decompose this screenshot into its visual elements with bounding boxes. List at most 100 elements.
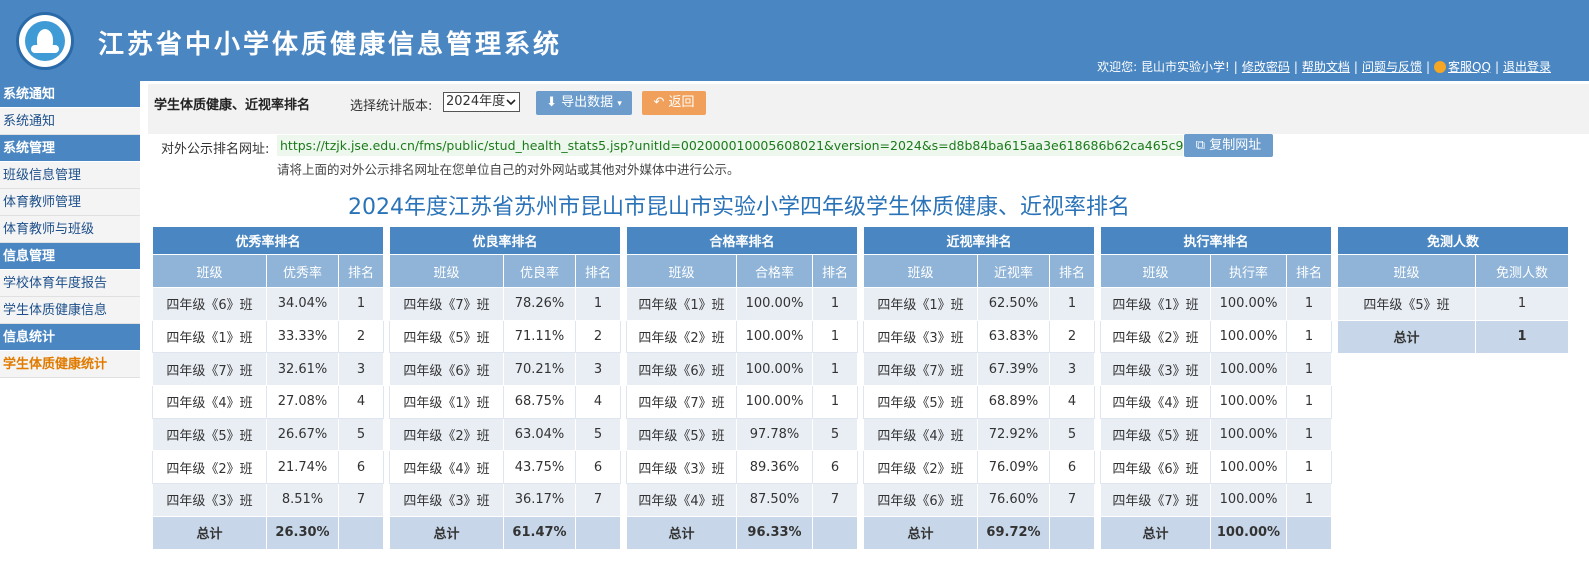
table-cell: 63.04% [503, 417, 576, 452]
table-row: 四年级《7》班 78.26% 1 [389, 287, 621, 321]
qq-icon [1434, 60, 1447, 73]
table-cell: 四年级《4》班 [389, 450, 504, 485]
table-row: 四年级《1》班 100.00% 1 [1100, 287, 1332, 321]
total-row: 总计 69.72% [863, 515, 1095, 550]
download-icon: ⬇ [546, 95, 558, 110]
table-row: 四年级《6》班 34.04% 1 [152, 287, 384, 321]
table-cell: 四年级《3》班 [626, 450, 737, 485]
sidebar-item[interactable]: 体育教师与班级 [0, 216, 140, 243]
table-cell: 100.00% [1210, 319, 1287, 354]
table-cell: 32.61% [266, 352, 339, 387]
table-cell: 四年级《3》班 [863, 319, 978, 354]
table-cell: 四年级《4》班 [1100, 385, 1211, 419]
sidebar-item[interactable]: 学生体质健康统计 [0, 351, 140, 378]
column-header: 班级 [152, 254, 267, 288]
sidebar-item[interactable]: 学生体质健康信息 [0, 297, 140, 324]
table-cell: 100.00% [1210, 450, 1287, 485]
table-cell: 97.78% [736, 417, 813, 452]
table-cell: 四年级《3》班 [1100, 352, 1211, 387]
chevron-down-icon [506, 99, 516, 106]
table-cell: 1 [1286, 483, 1332, 517]
table-cell: 78.26% [503, 287, 576, 321]
sidebar-item[interactable]: 系统通知 [0, 108, 140, 135]
total-cell: 总计 [1100, 515, 1211, 550]
table-cell: 5 [812, 417, 858, 452]
table-cell: 71.11% [503, 319, 576, 354]
copy-url-button[interactable]: ⧉ 复制网址 [1184, 134, 1273, 157]
table-cell: 4 [575, 385, 621, 419]
table-cell: 1 [812, 319, 858, 354]
table-cell: 1 [812, 352, 858, 387]
table-cell: 5 [1049, 417, 1095, 452]
table-caption: 优秀率排名 [152, 226, 384, 255]
table-cell: 1 [1286, 319, 1332, 354]
table-cell: 四年级《4》班 [626, 483, 737, 517]
export-data-button[interactable]: ⬇ 导出数据 ▾ [536, 91, 632, 115]
table-cell: 四年级《7》班 [626, 385, 737, 419]
app-header: 江苏省中小学体质健康信息管理系统 欢迎您: 昆山市实验小学! | 修改密码 | … [0, 0, 1589, 81]
table-cell: 1 [1286, 385, 1332, 419]
table-cell: 四年级《1》班 [152, 319, 267, 354]
table-cell: 四年级《3》班 [389, 483, 504, 517]
table-cell: 1 [1049, 287, 1095, 321]
support-qq-link[interactable]: 客服QQ [1448, 58, 1491, 75]
table-cell: 7 [338, 483, 384, 517]
table-caption: 免测人数 [1337, 226, 1569, 255]
table-row: 四年级《1》班 68.75% 4 [389, 385, 621, 419]
table-cell: 76.60% [977, 483, 1050, 517]
feedback-link[interactable]: 问题与反馈 [1362, 58, 1422, 75]
table-cell: 2 [1049, 319, 1095, 354]
table-row: 四年级《5》班 71.11% 2 [389, 319, 621, 354]
table-row: 四年级《4》班 27.08% 4 [152, 385, 384, 419]
table-cell: 6 [575, 450, 621, 485]
table-caption: 合格率排名 [626, 226, 858, 255]
column-header: 排名 [338, 254, 384, 288]
column-header: 合格率 [736, 254, 813, 288]
total-cell: 总计 [1337, 319, 1476, 354]
table-caption: 近视率排名 [863, 226, 1095, 255]
table-row: 四年级《3》班 89.36% 6 [626, 450, 858, 485]
table-row: 四年级《3》班 36.17% 7 [389, 483, 621, 517]
table-cell: 四年级《6》班 [626, 352, 737, 387]
rank-table: 近视率排名 班级 近视率 排名 四年级《1》班 62.50% 1 四年级《3》班 63.83% 2… [863, 226, 1095, 550]
logout-link[interactable]: 退出登录 [1503, 58, 1551, 75]
sidebar-item[interactable]: 学校体育年度报告 [0, 270, 140, 297]
sidebar-item[interactable]: 体育教师管理 [0, 189, 140, 216]
public-url-field[interactable]: https://tzjk.jse.edu.cn/fms/public/stud_… [277, 135, 1183, 156]
total-cell: 61.47% [503, 515, 576, 550]
column-header: 排名 [1286, 254, 1332, 288]
table-cell: 1 [812, 385, 858, 419]
table-cell: 68.75% [503, 385, 576, 419]
table-cell: 4 [1049, 385, 1095, 419]
sidebar-group-header: 信息统计 [0, 324, 140, 351]
table-cell: 四年级《6》班 [152, 287, 267, 321]
table-cell: 1 [1286, 352, 1332, 387]
total-cell: 总计 [152, 515, 267, 550]
table-cell: 100.00% [1210, 287, 1287, 321]
total-cell: 96.33% [736, 515, 813, 550]
total-cell: 总计 [626, 515, 737, 550]
table-cell: 四年级《1》班 [863, 287, 978, 321]
table-cell: 43.75% [503, 450, 576, 485]
column-header: 班级 [626, 254, 737, 288]
table-cell: 100.00% [736, 287, 813, 321]
public-url-label: 对外公示排名网址: [161, 142, 270, 157]
total-cell: 总计 [389, 515, 504, 550]
table-row: 四年级《5》班 97.78% 5 [626, 417, 858, 452]
total-cell [1049, 515, 1095, 550]
total-cell: 69.72% [977, 515, 1050, 550]
version-select[interactable]: 2024年度 [443, 92, 520, 112]
back-button[interactable]: ↶ 返回 [642, 91, 706, 115]
table-row: 四年级《2》班 21.74% 6 [152, 450, 384, 485]
table-cell: 7 [1049, 483, 1095, 517]
column-header: 班级 [1100, 254, 1211, 288]
undo-arrow-icon: ↶ [653, 95, 665, 110]
table-row: 四年级《2》班 76.09% 6 [863, 450, 1095, 485]
help-docs-link[interactable]: 帮助文档 [1302, 58, 1350, 75]
sidebar-item[interactable]: 班级信息管理 [0, 162, 140, 189]
table-cell: 四年级《1》班 [626, 287, 737, 321]
column-header: 班级 [389, 254, 504, 288]
change-password-link[interactable]: 修改密码 [1242, 58, 1290, 75]
table-row: 四年级《7》班 100.00% 1 [626, 385, 858, 419]
table-cell: 四年级《4》班 [152, 385, 267, 419]
